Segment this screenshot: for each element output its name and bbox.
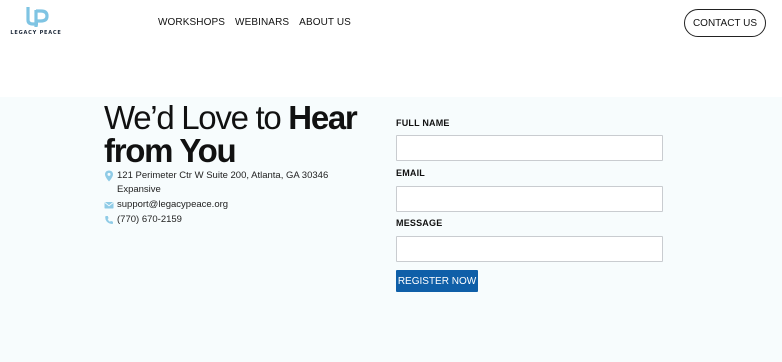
site-header: LEGACY PEACE WORKSHOPS WEBINARS ABOUT US… xyxy=(0,0,782,48)
full-name-label: FULL NAME xyxy=(396,118,450,128)
brand-name: LEGACY PEACE xyxy=(10,30,62,36)
nav-item-workshops[interactable]: WORKSHOPS xyxy=(158,17,225,28)
email-label: EMAIL xyxy=(396,168,425,178)
map-pin-icon xyxy=(105,170,113,182)
phone-icon xyxy=(105,216,113,224)
contact-us-button[interactable]: CONTACT US xyxy=(684,9,766,37)
address-text: 121 Perimeter Ctr W Suite 200, Atlanta, … xyxy=(117,169,328,197)
register-now-button[interactable]: REGISTER NOW xyxy=(396,270,478,292)
address-row: 121 Perimeter Ctr W Suite 200, Atlanta, … xyxy=(104,169,334,197)
email-link[interactable]: support@legacypeace.org xyxy=(117,198,228,212)
envelope-icon xyxy=(104,202,114,209)
heading-light: We’d Love to xyxy=(104,99,289,136)
lp-monogram-icon xyxy=(26,7,49,27)
full-name-input[interactable] xyxy=(396,135,663,161)
contact-heading: We’d Love to Hear from You xyxy=(104,101,364,167)
message-label: MESSAGE xyxy=(396,218,443,228)
heading-bold-hear: Hear xyxy=(288,99,357,136)
nav-item-about-us[interactable]: ABOUT US xyxy=(299,17,351,28)
email-input[interactable] xyxy=(396,186,663,212)
address-line2: Expansive xyxy=(117,184,161,195)
main-nav: WORKSHOPS WEBINARS ABOUT US xyxy=(158,17,351,28)
phone-link[interactable]: (770) 670-2159 xyxy=(117,213,182,227)
address-line1: 121 Perimeter Ctr W Suite 200, Atlanta, … xyxy=(117,170,329,181)
nav-item-webinars[interactable]: WEBINARS xyxy=(235,17,289,28)
phone-row[interactable]: (770) 670-2159 xyxy=(104,213,182,227)
brand-logo[interactable]: LEGACY PEACE xyxy=(8,6,64,40)
email-row[interactable]: support@legacypeace.org xyxy=(104,198,228,212)
heading-bold-from-you: from You xyxy=(104,132,237,169)
message-input[interactable] xyxy=(396,236,663,262)
